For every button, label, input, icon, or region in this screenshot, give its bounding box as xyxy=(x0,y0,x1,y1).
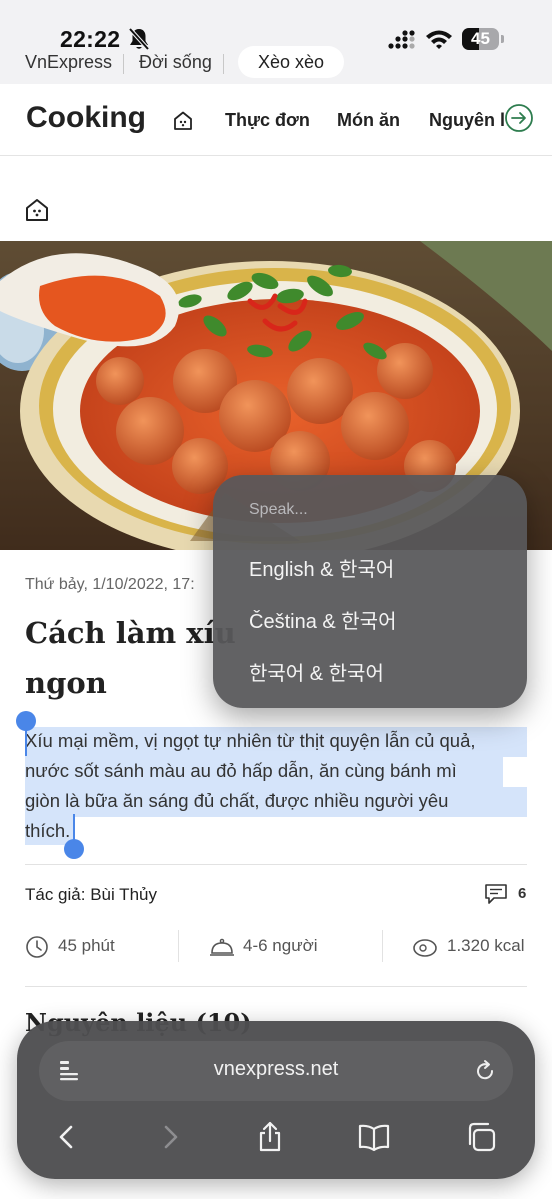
meta-divider xyxy=(382,930,383,962)
arrow-right-circle-icon[interactable] xyxy=(504,103,534,133)
divider xyxy=(25,986,527,987)
forward-icon[interactable] xyxy=(154,1121,186,1153)
selection-end-handle[interactable] xyxy=(64,839,84,859)
article-date: Thứ bảy, 1/10/2022, 17: xyxy=(25,576,195,593)
cook-time: 45 phút xyxy=(58,936,115,955)
serving-cloche-icon xyxy=(210,938,234,956)
lede-line: thích. xyxy=(25,820,71,841)
divider xyxy=(25,864,527,865)
speak-menu-header: Speak... xyxy=(249,501,308,518)
nav-item-thuc-don[interactable]: Thực đơn xyxy=(225,110,310,131)
address-bar[interactable]: vnexpress.net xyxy=(39,1041,513,1101)
crumb-doi-song[interactable]: Đời sống xyxy=(139,52,212,73)
home-icon[interactable] xyxy=(172,110,194,132)
reload-icon[interactable] xyxy=(473,1058,497,1084)
share-icon[interactable] xyxy=(254,1121,286,1153)
speak-option-korean-korean[interactable]: 한국어 & 한국어 xyxy=(249,657,384,686)
crumb-xeo-xeo[interactable]: Xèo xèo xyxy=(238,46,344,78)
lede-line: nước sốt sánh màu au đỏ hấp dẫn, ăn cùng… xyxy=(25,760,457,781)
back-icon[interactable] xyxy=(51,1121,83,1153)
cooking-logo[interactable]: Cooking xyxy=(26,101,146,135)
lede-line: giòn là bữa ăn sáng đủ chất, được nhiều … xyxy=(25,790,449,811)
speak-menu: Speak... English & 한국어 Čeština & 한국어 한국어… xyxy=(213,475,527,708)
calories: 1.320 kcal xyxy=(447,936,525,955)
clock-icon xyxy=(26,936,48,958)
article-lede[interactable]: Xíu mại mềm, vị ngọt tự nhiên từ thịt qu… xyxy=(25,726,535,846)
browser-toolbar: vnexpress.net xyxy=(17,1021,535,1179)
comment-icon[interactable] xyxy=(484,883,508,905)
bookmarks-icon[interactable] xyxy=(358,1121,390,1153)
selection-start-caret xyxy=(25,728,27,756)
selection-start-handle[interactable] xyxy=(16,711,36,731)
nav-item-mon-an[interactable]: Món ăn xyxy=(337,110,400,131)
crumb-vnexpress[interactable]: VnExpress xyxy=(25,52,112,73)
speak-option-english-korean[interactable]: English & 한국어 xyxy=(249,553,394,582)
crumb-divider xyxy=(223,54,224,74)
home-icon[interactable] xyxy=(24,197,50,223)
lede-line: Xíu mại mềm, vị ngọt tự nhiên từ thịt qu… xyxy=(25,730,476,751)
cooking-nav: Cooking Thực đơn Món ăn Nguyên li xyxy=(0,84,552,156)
meta-divider xyxy=(178,930,179,962)
crumb-divider xyxy=(123,54,124,74)
nav-item-nguyen-lieu[interactable]: Nguyên li xyxy=(429,110,510,131)
speak-option-czech-korean[interactable]: Čeština & 한국어 xyxy=(249,605,396,634)
servings: 4-6 người xyxy=(243,936,318,955)
comment-count[interactable]: 6 xyxy=(518,885,526,902)
tabs-icon[interactable] xyxy=(465,1121,497,1153)
section-breadcrumb: VnExpress Đời sống Xèo xèo xyxy=(0,46,552,80)
url-text[interactable]: vnexpress.net xyxy=(39,1058,513,1081)
article-author: Tác giả: Bùi Thủy xyxy=(25,885,157,904)
calories-icon xyxy=(413,939,437,957)
